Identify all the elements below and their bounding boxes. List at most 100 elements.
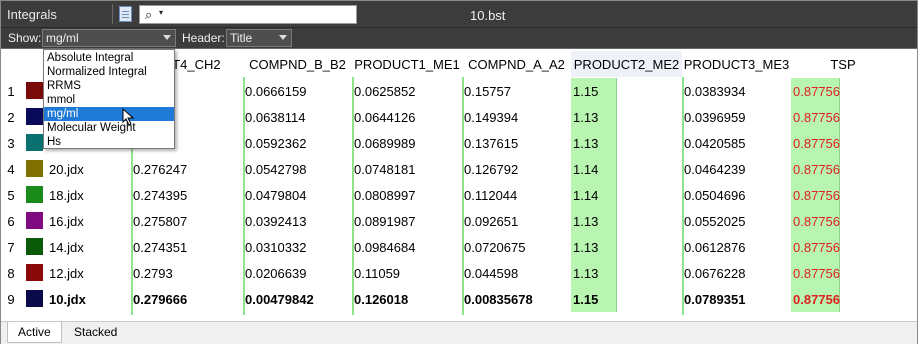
search-input[interactable]: ⌕ ▾ [139, 5, 357, 24]
value-cell[interactable]: 0.00479842 [243, 286, 352, 312]
value-cell[interactable]: 0.0891987 [352, 208, 462, 234]
column-header[interactable]: PRODUCT2_ME2 [571, 51, 682, 77]
value-cell[interactable]: 0.0689989 [352, 130, 462, 156]
value-cell[interactable]: 0.275807 [131, 208, 243, 234]
value-cell[interactable]: 1.13 [571, 130, 617, 156]
dropdown-option[interactable]: Absolute Integral [44, 51, 174, 65]
color-swatch[interactable] [26, 160, 43, 177]
color-swatch[interactable] [26, 212, 43, 229]
column-header[interactable]: COMPND_B_B2 [243, 51, 352, 77]
value-cell[interactable]: 0.092651 [462, 208, 571, 234]
value-cell[interactable]: 0.044598 [462, 260, 571, 286]
table-row[interactable]: 8 12.jdx 0.2793 0.0206639 0.11059 0.044598 1.1… [3, 260, 915, 286]
value-cell[interactable]: 0.0638114 [243, 104, 352, 130]
value-cell[interactable]: 0.0808997 [352, 182, 462, 208]
value-cell[interactable]: 0.0666159 [243, 78, 352, 104]
value-cell[interactable]: 0.2793 [131, 260, 243, 286]
value-cell[interactable]: 0.87756 [791, 104, 840, 130]
value-cell[interactable]: 0.0504696 [682, 182, 791, 208]
table-row[interactable]: 7 14.jdx 0.274351 0.0310332 0.0984684 0.07206… [3, 234, 915, 260]
value-cell[interactable]: 0.00835678 [462, 286, 571, 312]
value-cell[interactable]: 0.126018 [352, 286, 462, 312]
document-icon[interactable] [119, 6, 132, 22]
chevron-down-icon[interactable]: ▾ [159, 8, 163, 17]
chevron-down-icon[interactable] [279, 35, 287, 40]
value-cell[interactable]: 0.0392413 [243, 208, 352, 234]
value-cell[interactable]: 0.0396959 [682, 104, 791, 130]
value-cell[interactable]: 0.0592362 [243, 130, 352, 156]
value-cell[interactable]: 0.87756 [791, 234, 840, 260]
value-cell[interactable]: 0.279666 [131, 286, 243, 312]
tab-stacked[interactable]: Stacked [64, 322, 127, 343]
value-cell[interactable]: 1.14 [571, 182, 617, 208]
column-header[interactable]: PRODUCT3_ME3 [682, 51, 791, 77]
value-cell[interactable]: 0.274351 [131, 234, 243, 260]
table-row[interactable]: 6 16.jdx 0.275807 0.0392413 0.0891987 0.09265… [3, 208, 915, 234]
value-cell[interactable]: 0.0644126 [352, 104, 462, 130]
value-cell[interactable]: 0.112044 [462, 182, 571, 208]
show-select[interactable]: mg/ml [42, 29, 176, 47]
value-cell[interactable]: 1.13 [571, 260, 617, 286]
table-row[interactable]: 5 18.jdx 0.274395 0.0479804 0.0808997 0.11204… [3, 182, 915, 208]
value-cell[interactable]: 0.276247 [131, 156, 243, 182]
dropdown-option[interactable]: RRMS [44, 79, 174, 93]
value-cell[interactable]: 1.13 [571, 208, 617, 234]
color-swatch[interactable] [26, 290, 43, 307]
value-cell[interactable]: 0.87756 [791, 130, 840, 156]
value-cell[interactable]: 0.126792 [462, 156, 571, 182]
color-swatch[interactable] [26, 134, 43, 151]
value-cell[interactable]: 0.0552025 [682, 208, 791, 234]
value-cell[interactable]: 0.149394 [462, 104, 571, 130]
value-cell[interactable]: 0.87756 [791, 156, 840, 182]
dropdown-option[interactable]: Normalized Integral [44, 65, 174, 79]
value-cell[interactable]: 0.0748181 [352, 156, 462, 182]
value-cell[interactable]: 0.87756 [791, 78, 840, 104]
color-swatch[interactable] [26, 238, 43, 255]
table-row[interactable]: 4 20.jdx 0.276247 0.0542798 0.0748181 0.12679… [3, 156, 915, 182]
value-cell[interactable]: 0.137615 [462, 130, 571, 156]
value-cell[interactable]: 0.0206639 [243, 260, 352, 286]
value-cell[interactable]: 0.0383934 [682, 78, 791, 104]
value-cell[interactable]: 0.11059 [352, 260, 462, 286]
value-cell[interactable]: 0.87756 [791, 260, 840, 286]
value-cell[interactable]: 0.0676228 [682, 260, 791, 286]
color-swatch[interactable] [26, 264, 43, 281]
color-swatch[interactable] [26, 186, 43, 203]
magnifier-icon[interactable]: ⌕ [145, 7, 152, 23]
header-select[interactable]: Title [226, 29, 292, 47]
value-cell[interactable]: 0.0420585 [682, 130, 791, 156]
dropdown-option[interactable]: Hs [44, 135, 174, 149]
value-cell[interactable]: 0.15757 [462, 78, 571, 104]
chevron-down-icon[interactable] [163, 35, 171, 40]
value-cell[interactable]: 0.0479804 [243, 182, 352, 208]
value-cell[interactable]: 1.15 [571, 286, 617, 312]
value-cell[interactable]: 0.0310332 [243, 234, 352, 260]
color-swatch[interactable] [26, 108, 43, 125]
column-header[interactable]: TSP [791, 51, 895, 77]
value-cell[interactable]: 0.0789351 [682, 286, 791, 312]
value-cell[interactable]: 1.13 [571, 234, 617, 260]
tab-active[interactable]: Active [7, 322, 62, 343]
value-cell[interactable]: 0.0984684 [352, 234, 462, 260]
value-cell[interactable]: 1.14 [571, 156, 617, 182]
value-cell[interactable]: 0.0542798 [243, 156, 352, 182]
value-cell[interactable]: 0.0625852 [352, 78, 462, 104]
value-cell[interactable]: 0.0612876 [682, 234, 791, 260]
table-row[interactable]: 9 10.jdx 0.279666 0.00479842 0.126018 0.00835… [3, 286, 915, 312]
panel-toolbar: Integrals ⌕ ▾ 10.bst [1, 1, 917, 28]
dropdown-option[interactable]: mg/ml [44, 107, 174, 121]
value-cell[interactable]: 0.87756 [791, 208, 840, 234]
value-cell[interactable]: 0.274395 [131, 182, 243, 208]
dropdown-option[interactable]: Molecular Weight [44, 121, 174, 135]
dropdown-option[interactable]: mmol [44, 93, 174, 107]
value-cell[interactable]: 1.15 [571, 78, 617, 104]
value-cell[interactable]: 0.0720675 [462, 234, 571, 260]
column-header[interactable]: PRODUCT1_ME1 [352, 51, 462, 77]
value-cell[interactable]: 0.0464239 [682, 156, 791, 182]
file-name-cell: 12.jdx [49, 265, 84, 281]
value-cell[interactable]: 1.13 [571, 104, 617, 130]
column-header[interactable]: COMPND_A_A2 [462, 51, 571, 77]
value-cell[interactable]: 0.87756 [791, 182, 840, 208]
value-cell[interactable]: 0.87756 [791, 286, 840, 312]
color-swatch[interactable] [26, 82, 43, 99]
